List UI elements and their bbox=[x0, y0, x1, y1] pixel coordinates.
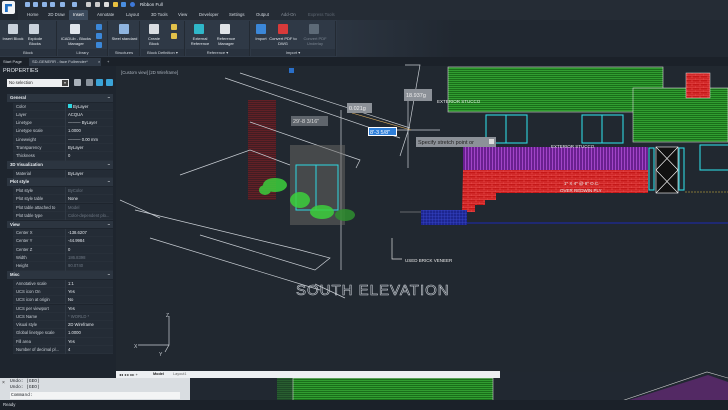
label-siding: OVER REDWIN PLY bbox=[560, 188, 602, 193]
ucs-y-label: Y bbox=[159, 352, 163, 358]
ucs-z-label: Z bbox=[166, 313, 169, 319]
close-icon[interactable]: × bbox=[2, 380, 5, 386]
chimney bbox=[685, 72, 711, 99]
drawing: [Custom view] [2D Wireframe] EXTERIOR ST… bbox=[119, 64, 728, 410]
command-input[interactable]: Command: bbox=[10, 392, 180, 399]
label-siding: 1" X 4" @ 8" O.C. bbox=[564, 181, 599, 186]
ucs-icon bbox=[138, 316, 170, 353]
drawing-title: SOUTH ELEVATION bbox=[296, 282, 450, 299]
dimension-label: 18.937g bbox=[406, 93, 426, 99]
door bbox=[655, 146, 679, 194]
blue-foundation bbox=[421, 210, 467, 225]
stretch-tooltip: Specify stretch point or bbox=[418, 140, 474, 146]
view-label: [Custom view] [2D Wireframe] bbox=[121, 70, 178, 75]
grip-point[interactable] bbox=[289, 68, 294, 73]
brick-base bbox=[462, 170, 648, 212]
dimension-label: 29'-8 3/16" bbox=[293, 119, 319, 125]
label-stucco: EXTERIOR STUCCO bbox=[551, 144, 595, 149]
status-bar: Ready bbox=[0, 400, 728, 410]
purple-siding bbox=[463, 147, 648, 170]
roof-right bbox=[632, 87, 728, 143]
dimension-label: 0.021g bbox=[349, 106, 366, 112]
layout-tabs: ◂◂ ◂ ▸ ▸▸ + Model Layout1 bbox=[116, 371, 500, 378]
command-history-line: Undo: (GEO) bbox=[10, 379, 40, 384]
tab-model[interactable]: Model bbox=[153, 372, 164, 376]
roof-main bbox=[447, 66, 664, 113]
label-brick-veneer: USED BRICK VENEER bbox=[405, 258, 453, 263]
dimension-input[interactable]: 8'-3 5/8" bbox=[370, 130, 390, 136]
tooltip-options-icon[interactable] bbox=[489, 139, 494, 144]
ucs-x-label: X bbox=[134, 344, 138, 350]
tab-layout1[interactable]: Layout1 bbox=[173, 372, 187, 376]
command-history-line: Undo: (GEO) bbox=[10, 385, 40, 390]
label-stucco: EXTERIOR STUCCO bbox=[437, 99, 481, 104]
layout-nav-arrows[interactable]: ◂◂ ◂ ▸ ▸▸ + bbox=[119, 372, 138, 377]
